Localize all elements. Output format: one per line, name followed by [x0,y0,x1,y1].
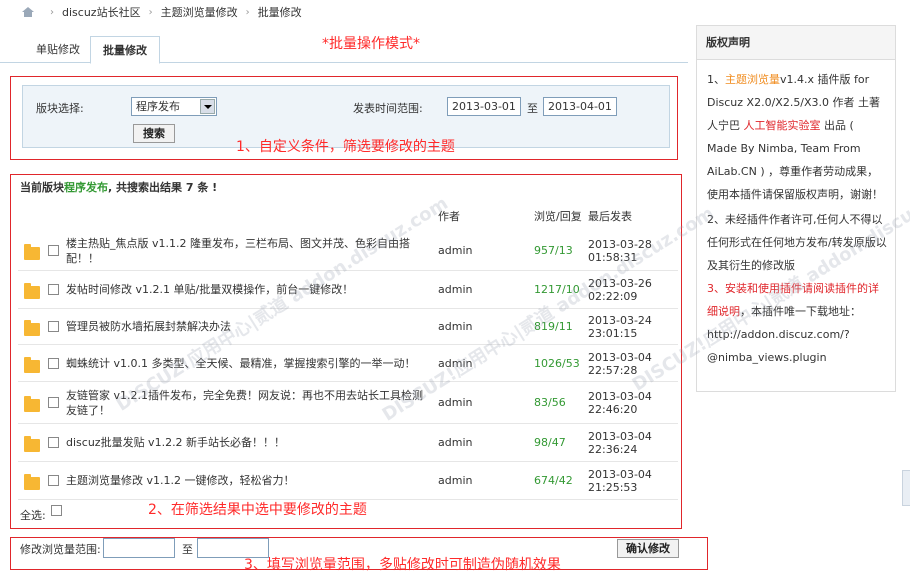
thread-views-replies: 98/47 [534,436,566,449]
results-forum-name: 程序发布 [64,181,108,194]
tab-batch-edit[interactable]: 批量修改 [90,36,160,64]
folder-icon [24,474,40,490]
breadcrumb-separator: › [245,6,250,18]
home-icon[interactable] [22,7,34,17]
folder-icon [24,283,40,299]
search-button[interactable]: 搜索 [133,124,175,143]
thread-title-link[interactable]: 主题浏览量修改 v1.1.2 一键修改，轻松省力！ [66,473,426,488]
row-checkbox[interactable] [48,321,59,332]
select-all-checkbox[interactable] [51,505,62,516]
thread-author[interactable]: admin [438,244,472,257]
breadcrumb-current: 批量修改 [257,6,302,19]
date-from-input[interactable]: 2013-03-01 [447,97,521,116]
table-row: discuz批量发贴 v1.2.2 新手站长必备！！！ admin 98/47 201… [18,424,678,462]
annotation-step-2: 2、在筛选结果中选中要修改的主题 [148,502,367,518]
mode-title: *批量操作模式* [322,36,420,52]
date-range-label: 发表时间范围: [353,102,423,115]
thread-author[interactable]: admin [438,396,472,409]
folder-icon [24,320,40,336]
breadcrumb-link-plugin[interactable]: 主题浏览量修改 [161,4,238,20]
scroll-handle[interactable] [902,470,910,506]
row-checkbox[interactable] [48,437,59,448]
breadcrumb-separator: › [50,6,54,18]
views-range-label: 修改浏览量范围: [20,543,101,556]
chevron-down-icon[interactable] [200,99,215,114]
folder-icon [24,356,40,373]
folder-icon [24,436,40,452]
tab-single-edit[interactable]: 单贴修改 [24,36,92,63]
thread-views-replies: 674/42 [534,474,573,487]
table-row: 蜘蛛统计 v1.0.1 多类型、全天候、最精准，掌握搜索引擎的一举一动！ admi… [18,345,678,382]
ailab-link[interactable]: 人工智能实验室 [744,119,821,132]
forum-select-value: 程序发布 [136,100,180,113]
row-checkbox[interactable] [48,244,59,256]
thread-author[interactable]: admin [438,320,472,333]
annotation-step-3: 3、填写浏览量范围，多贴修改时可制造伪随机效果 [244,557,561,573]
date-range-separator: 至 [527,102,538,115]
plugin-name-link[interactable]: 主题浏览量 [725,73,780,86]
thread-author[interactable]: admin [438,283,472,296]
table-row: 主题浏览量修改 v1.1.2 一键修改，轻松省力！ admin 674/42 2013… [18,462,678,500]
thread-last-post: 2013-03-24 23:01:15 [588,314,652,340]
views-range-separator: 至 [182,543,193,556]
forum-select-label: 版块选择: [36,102,84,115]
breadcrumb-link-site[interactable]: discuz站长社区 [62,4,141,20]
thread-views-replies: 1026/53 [534,356,580,370]
select-all-label: 全选: [20,509,46,522]
views-min-input[interactable] [103,538,175,558]
column-views-replies: 浏览/回复 [534,210,582,223]
thread-title-link[interactable]: 发帖时间修改 v1.2.1 单贴/批量双模操作，前台一键修改！ [66,282,426,297]
date-to-input[interactable]: 2013-04-01 [543,97,617,116]
breadcrumb: › discuz站长社区 › 主题浏览量修改 › 批量修改 [0,0,690,24]
results-summary: 当前版块程序发布, 共搜索出结果 7 条 ! [20,181,218,194]
thread-last-post: 2013-03-04 22:36:24 [588,430,652,456]
row-checkbox[interactable] [48,475,59,486]
thread-last-post: 2013-03-04 21:25:53 [588,468,652,494]
thread-author[interactable]: admin [438,436,472,449]
folder-icon [24,396,40,412]
annotation-step-1: 1、自定义条件，筛选要修改的主题 [236,139,455,155]
thread-views-replies: 957/13 [534,243,573,257]
row-checkbox[interactable] [48,357,59,369]
forum-select[interactable]: 程序发布 [131,97,217,116]
folder-icon [24,243,40,260]
row-checkbox[interactable] [48,397,59,408]
thread-title-link[interactable]: discuz批量发贴 v1.2.2 新手站长必备！！！ [66,435,426,450]
column-last-post: 最后发表 [588,210,632,223]
row-checkbox[interactable] [48,284,59,295]
table-row: 管理员被防水墙拓展封禁解决办法 admin 819/11 2013-03-24 23:0… [18,309,678,345]
thread-title-link[interactable]: 蜘蛛统计 v1.0.1 多类型、全天候、最精准，掌握搜索引擎的一举一动！ [66,356,426,371]
thread-author[interactable]: admin [438,474,472,487]
copyright-panel-title: 版权声明 [697,26,895,60]
breadcrumb-separator: › [148,6,153,18]
confirm-edit-button[interactable]: 确认修改 [617,539,679,558]
thread-views-replies: 83/56 [534,396,566,409]
